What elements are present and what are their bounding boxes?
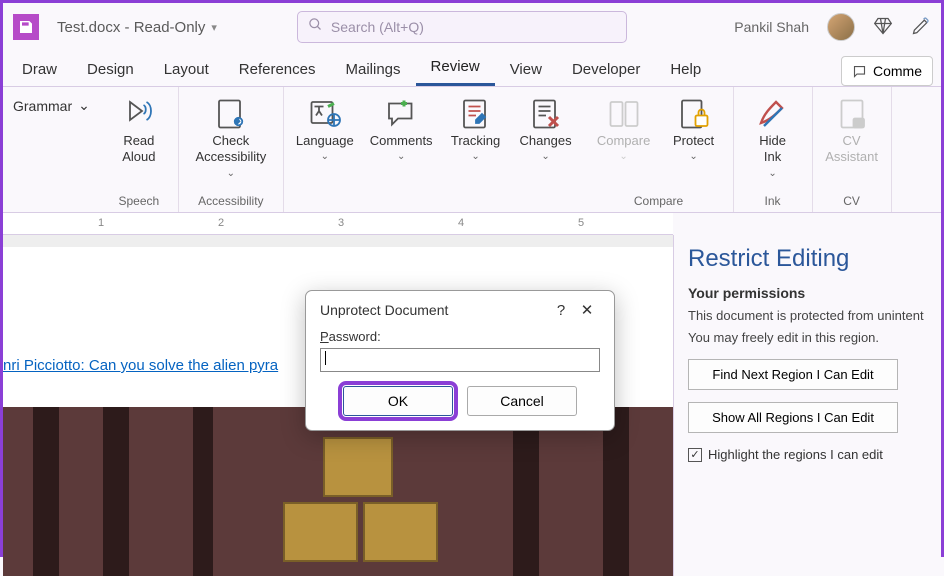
tab-mailings[interactable]: Mailings <box>330 53 415 86</box>
app-save-icon[interactable] <box>13 14 39 40</box>
restrict-editing-pane: Restrict Editing Your permissions This d… <box>673 235 941 576</box>
pane-title: Restrict Editing <box>688 245 927 273</box>
group-label-cv: CV <box>843 192 860 210</box>
accessibility-icon <box>213 95 249 133</box>
password-input[interactable] <box>320 348 600 372</box>
language-button[interactable]: Language ⌄ <box>288 91 362 166</box>
chevron-down-icon: ⌄ <box>619 151 627 162</box>
dialog-help-button[interactable]: ? <box>548 302 574 319</box>
chevron-down-icon: ⌄ <box>471 151 479 162</box>
ok-button[interactable]: OK <box>343 386 453 416</box>
pen-mode-icon[interactable] <box>911 16 931 39</box>
document-image <box>3 407 673 576</box>
chevron-down-icon: ⌄ <box>541 151 549 162</box>
cv-icon <box>834 95 870 133</box>
comments-button[interactable]: Comme <box>841 56 933 86</box>
permissions-text-2: You may freely edit in this region. <box>688 329 927 347</box>
compare-icon <box>606 95 642 133</box>
comments-label: Comme <box>873 63 922 79</box>
unprotect-document-dialog: Unprotect Document ? ✕ Password: OK Canc… <box>305 290 615 431</box>
protect-button[interactable]: Protect ⌄ <box>659 91 729 166</box>
tab-design[interactable]: Design <box>72 53 149 86</box>
ribbon-tabs: Draw Design Layout References Mailings R… <box>3 51 941 87</box>
tab-review[interactable]: Review <box>416 50 495 86</box>
tab-layout[interactable]: Layout <box>149 53 224 86</box>
group-label-ink: Ink <box>765 192 781 210</box>
ink-icon <box>755 95 791 133</box>
check-accessibility-button[interactable]: CheckAccessibility ⌄ <box>183 91 279 183</box>
tracking-button[interactable]: Tracking ⌄ <box>441 91 511 166</box>
chevron-down-icon: ⌄ <box>768 168 776 179</box>
group-label-accessibility: Accessibility <box>198 192 263 210</box>
ruler[interactable]: 1 2 3 4 5 <box>3 213 673 235</box>
permissions-heading: Your permissions <box>688 285 927 301</box>
comments-group-button[interactable]: Comments ⌄ <box>362 91 441 166</box>
search-icon <box>308 17 323 37</box>
hide-ink-button[interactable]: HideInk ⌄ <box>738 91 808 183</box>
tab-references[interactable]: References <box>224 53 331 86</box>
permissions-text-1: This document is protected from unintent <box>688 307 927 325</box>
read-aloud-icon <box>121 95 157 133</box>
compare-button: Compare ⌄ <box>589 91 659 166</box>
cancel-button[interactable]: Cancel <box>467 386 577 416</box>
password-label: Password: <box>320 329 600 344</box>
chevron-down-icon: ⌄ <box>78 97 90 114</box>
language-icon <box>307 95 343 133</box>
grammar-button[interactable]: Grammar ⌄ <box>7 91 96 120</box>
find-next-region-button[interactable]: Find Next Region I Can Edit <box>688 359 898 390</box>
tab-view[interactable]: View <box>495 53 557 86</box>
dialog-close-button[interactable]: ✕ <box>574 301 600 319</box>
diamond-icon[interactable] <box>873 16 893 39</box>
user-name[interactable]: Pankil Shah <box>734 19 809 35</box>
title-bar: Test.docx - Read-Only ▾ Search (Alt+Q) P… <box>3 3 941 51</box>
dialog-title: Unprotect Document <box>320 302 448 318</box>
tab-draw[interactable]: Draw <box>7 53 72 86</box>
show-all-regions-button[interactable]: Show All Regions I Can Edit <box>688 402 898 433</box>
highlight-regions-checkbox[interactable]: ✓ Highlight the regions I can edit <box>688 447 927 462</box>
protect-icon <box>676 95 712 133</box>
read-aloud-button[interactable]: ReadAloud <box>104 91 174 170</box>
chevron-down-icon: ⌄ <box>321 151 329 162</box>
ribbon: Grammar ⌄ ReadAloud Speech CheckAccessib… <box>3 87 941 213</box>
group-label-speech: Speech <box>119 192 160 210</box>
checkbox-icon: ✓ <box>688 448 702 462</box>
chevron-down-icon[interactable]: ▾ <box>211 21 217 34</box>
user-avatar[interactable] <box>827 13 855 41</box>
tab-help[interactable]: Help <box>655 53 716 86</box>
comment-icon <box>383 95 419 133</box>
chevron-down-icon: ⌄ <box>227 168 235 179</box>
document-title: Test.docx - Read-Only <box>57 19 205 36</box>
changes-button[interactable]: Changes ⌄ <box>511 91 581 166</box>
search-placeholder: Search (Alt+Q) <box>331 19 424 35</box>
chevron-down-icon: ⌄ <box>689 151 697 162</box>
changes-icon <box>528 95 564 133</box>
document-hyperlink[interactable]: nri Picciotto: Can you solve the alien p… <box>3 357 278 374</box>
tracking-icon <box>458 95 494 133</box>
chevron-down-icon: ⌄ <box>397 151 405 162</box>
search-box[interactable]: Search (Alt+Q) <box>297 11 627 43</box>
tab-developer[interactable]: Developer <box>557 53 655 86</box>
cv-assistant-button: CVAssistant <box>817 91 887 170</box>
group-label-compare: Compare <box>634 192 683 210</box>
